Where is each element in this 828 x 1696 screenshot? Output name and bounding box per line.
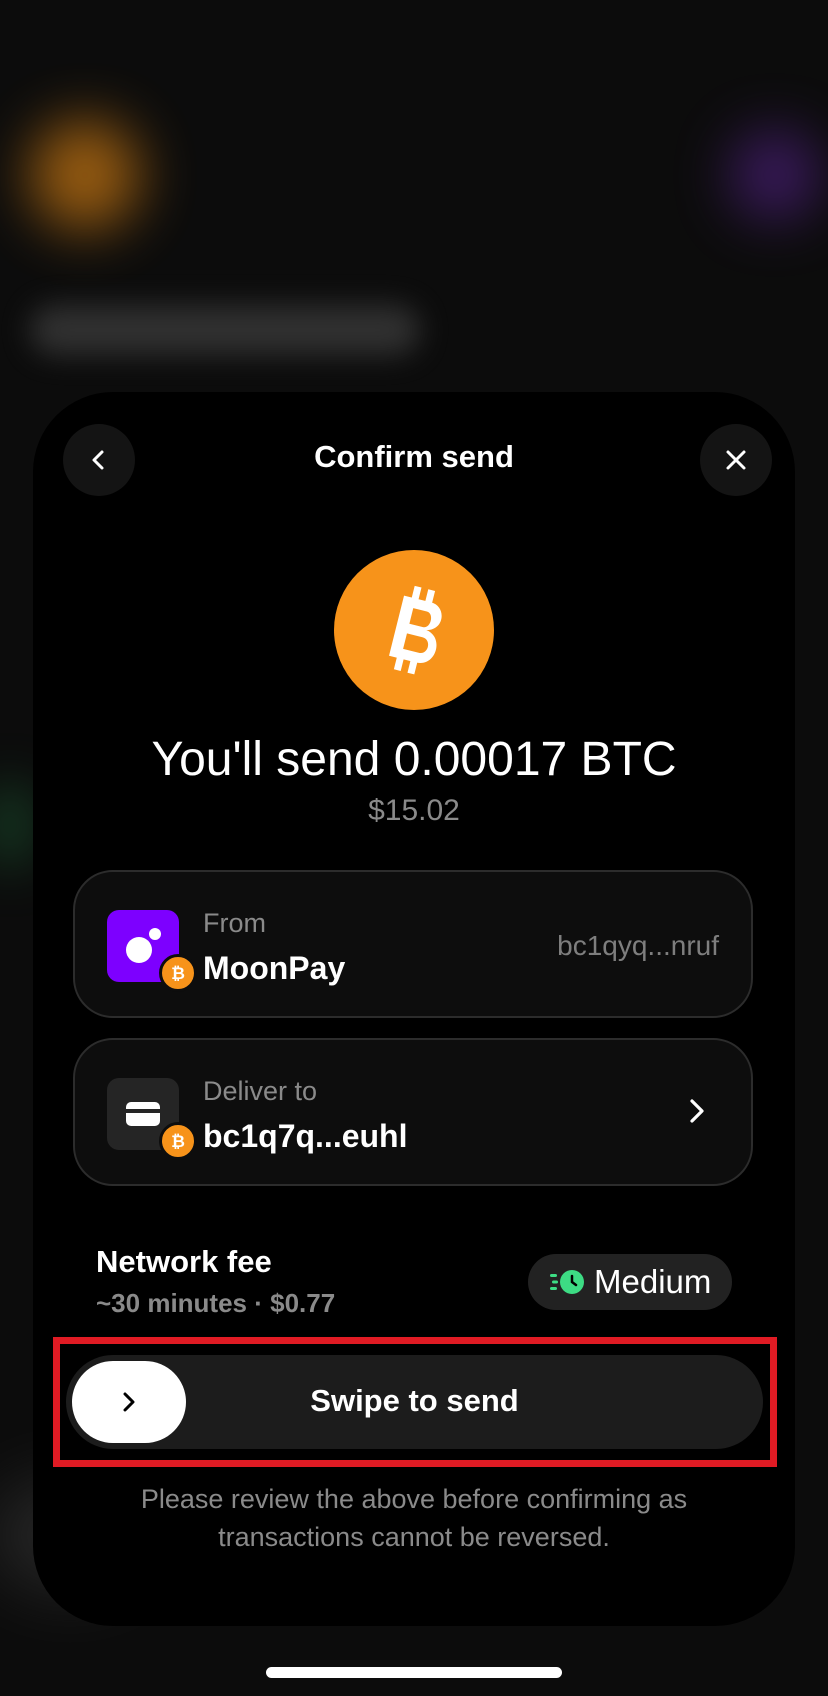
from-address: bc1qyq...nruf [557,930,719,961]
close-button[interactable] [700,424,772,496]
deliver-label: Deliver to [203,1076,318,1106]
confirm-send-sheet: Confirm send You'll send 0.00017 BTC $15… [33,392,795,1626]
page-title: Confirm send [314,439,514,474]
home-indicator[interactable] [266,1667,562,1678]
network-fee-title: Network fee [96,1244,272,1279]
disclaimer-text: Please review the above before confirmin… [140,1484,688,1552]
svg-text:₿: ₿ [171,1132,185,1151]
send-amount: You'll send 0.00017 BTC [151,733,677,786]
blurred-purple-glow [730,130,820,220]
deliver-to-card[interactable]: ₿ Deliver to bc1q7q...euhl [73,1038,753,1186]
deliver-address: bc1q7q...euhl [203,1118,408,1154]
blurred-orange-glow [30,120,140,230]
from-name: MoonPay [203,950,346,986]
bitcoin-badge-icon: ₿ [159,954,197,992]
close-icon [726,450,746,470]
speed-clock-icon [550,1270,584,1294]
blurred-balance-bar [30,305,420,355]
bitcoin-icon [334,550,494,710]
fee-speed-selector[interactable]: Medium [528,1254,732,1310]
from-label: From [203,908,266,938]
fiat-value: $15.02 [368,794,460,827]
bitcoin-badge-icon: ₿ [159,1122,197,1160]
chevron-right-icon [690,1099,704,1123]
fee-speed-label: Medium [594,1263,712,1300]
from-card: ₿ From MoonPay bc1qyq...nruf [73,870,753,1018]
svg-text:₿: ₿ [171,964,185,983]
swipe-to-send-slider[interactable]: Swipe to send [66,1355,763,1449]
swipe-label: Swipe to send [310,1383,519,1418]
network-fee-detail: ~30 minutes · $0.77 [96,1288,336,1318]
